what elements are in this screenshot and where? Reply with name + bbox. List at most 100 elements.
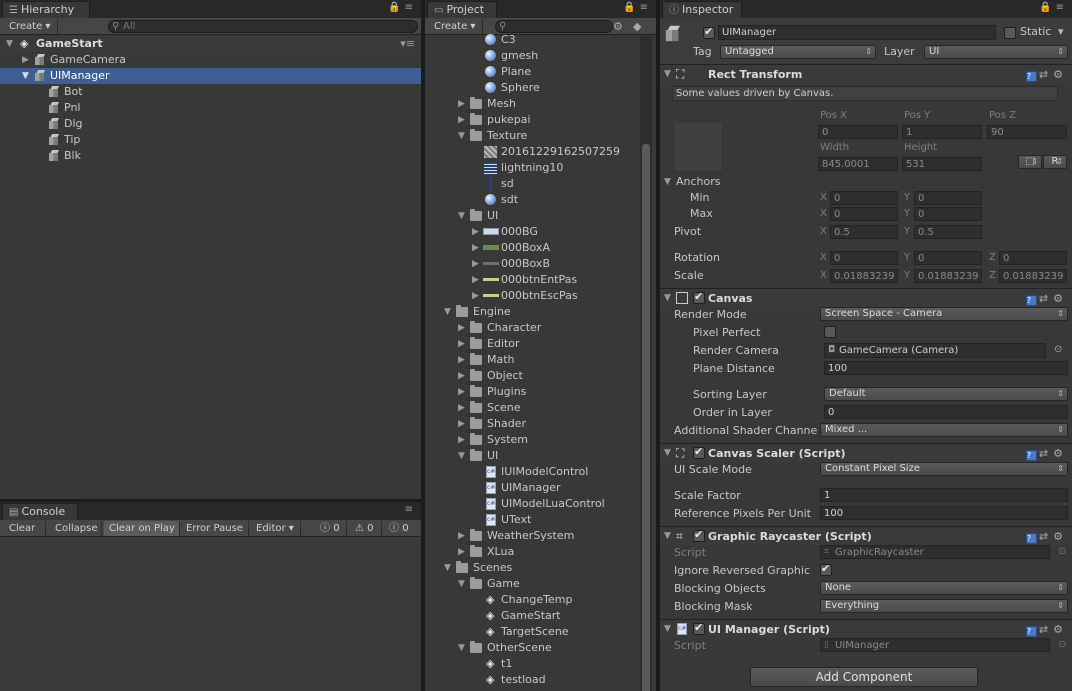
ref-pixels-field[interactable]: 100 (820, 506, 1068, 520)
project-folder[interactable]: ▶ Character (425, 320, 639, 336)
expand-arrow-icon[interactable]: ▼ (664, 293, 674, 303)
collapsed-arrow-icon[interactable]: ▶ (458, 320, 468, 336)
hierarchy-lock-icon[interactable]: 🔒≡ (388, 2, 417, 13)
collapsed-arrow-icon[interactable]: ▶ (22, 52, 32, 68)
console-clear-on-play-button[interactable]: Clear on Play (104, 521, 180, 536)
collapsed-arrow-icon[interactable]: ▶ (458, 336, 468, 352)
project-item[interactable]: ▶ 000BoxA (425, 240, 639, 256)
anchor-min-y-field[interactable]: 0 (914, 191, 982, 205)
static-dropdown-icon[interactable]: ▾ (1058, 25, 1064, 38)
expand-arrow-icon[interactable]: ▼ (458, 128, 468, 144)
graphic-raycaster-header[interactable]: ▼ ⌗ Graphic Raycaster (Script) ?⇄⚙ (660, 526, 1072, 546)
blocking-mask-dropdown[interactable]: Everything (820, 599, 1068, 613)
expand-arrow-icon[interactable]: ▼ (458, 640, 468, 656)
static-checkbox[interactable] (1004, 27, 1016, 39)
project-item[interactable]: ◈ ChangeTemp (425, 592, 639, 608)
project-folder[interactable]: ▶ Object (425, 368, 639, 384)
blocking-objects-dropdown[interactable]: None (820, 581, 1068, 595)
project-scrollbar[interactable] (640, 36, 652, 691)
hierarchy-item[interactable]: Blk (0, 148, 421, 164)
anchor-max-x-field[interactable]: 0 (830, 207, 898, 221)
hierarchy-item[interactable]: Pnl (0, 100, 421, 116)
project-item[interactable]: Plane (425, 64, 639, 80)
console-menu-icon[interactable]: ≡ (405, 504, 417, 515)
order-in-layer-field[interactable]: 0 (824, 405, 1068, 419)
console-clear-button[interactable]: Clear (4, 521, 46, 536)
project-item[interactable]: sdt (425, 192, 639, 208)
collapsed-arrow-icon[interactable]: ▶ (472, 240, 482, 256)
expand-arrow-icon[interactable]: ▼ (664, 69, 674, 79)
plane-distance-field[interactable]: 100 (824, 361, 1068, 375)
expand-arrow-icon[interactable]: ▼ (664, 177, 674, 187)
anchor-max-y-field[interactable]: 0 (914, 207, 982, 221)
project-item[interactable]: c# UIManager (425, 480, 639, 496)
project-folder[interactable]: ▼ Game (425, 576, 639, 592)
scale-z-field[interactable]: 0.01883239 (999, 269, 1067, 283)
project-folder[interactable]: ▶ Math (425, 352, 639, 368)
console-log-area[interactable] (0, 538, 421, 691)
collapsed-arrow-icon[interactable]: ▶ (458, 416, 468, 432)
canvas-enabled-checkbox[interactable] (693, 290, 705, 304)
active-checkbox[interactable] (703, 25, 715, 39)
hierarchy-item[interactable]: Dlg (0, 116, 421, 132)
anchor-min-x-field[interactable]: 0 (830, 191, 898, 205)
shader-channels-dropdown[interactable]: Mixed ... (820, 423, 1068, 437)
scale-y-field[interactable]: 0.01883239 (914, 269, 982, 283)
gear-icon[interactable]: ⚙ (1053, 68, 1068, 81)
rotation-y-field[interactable]: 0 (914, 251, 982, 265)
height-field[interactable]: 531 (902, 157, 982, 171)
project-folder[interactable]: ▼ Engine (425, 304, 639, 320)
pixel-perfect-checkbox[interactable] (824, 326, 836, 338)
project-item[interactable]: ▶ 000btnEscPas (425, 288, 639, 304)
console-error-pause-button[interactable]: Error Pause (181, 521, 249, 536)
expand-arrow-icon[interactable]: ▼ (664, 624, 674, 634)
hierarchy-item[interactable]: Tip (0, 132, 421, 148)
log-count-badge[interactable]: ⓘ 0 (315, 521, 347, 536)
gear-icon[interactable]: ⚙ (1053, 623, 1068, 636)
expand-arrow-icon[interactable]: ▼ (664, 448, 674, 458)
hierarchy-item[interactable]: ▶ GameCamera (0, 52, 421, 68)
collapsed-arrow-icon[interactable]: ▶ (458, 112, 468, 128)
hierarchy-search-input[interactable]: All (108, 20, 418, 33)
rotation-z-field[interactable]: 0 (999, 251, 1067, 265)
project-item[interactable]: sd (425, 176, 639, 192)
collapsed-arrow-icon[interactable]: ▶ (458, 528, 468, 544)
hierarchy-item[interactable]: Bot (0, 84, 421, 100)
project-folder[interactable]: ▶ pukepai (425, 112, 639, 128)
scene-row[interactable]: ▼ ◈ GameStart ▾≡ (0, 36, 421, 52)
warning-count-badge[interactable]: ⚠ 0 (350, 521, 382, 536)
gear-icon[interactable]: ⚙ (1053, 447, 1068, 460)
help-book-icon[interactable]: ? (1025, 71, 1037, 82)
collapsed-arrow-icon[interactable]: ▶ (472, 256, 482, 272)
tab-inspector[interactable]: ⓘ Inspector (662, 1, 742, 18)
project-folder[interactable]: ▼ Scenes (425, 560, 639, 576)
blueprint-mode-button[interactable]: ⬚ (1018, 155, 1042, 169)
project-folder[interactable]: ▼ UI (425, 208, 639, 224)
collapsed-arrow-icon[interactable]: ▶ (472, 272, 482, 288)
help-book-icon[interactable]: ? (1025, 450, 1037, 461)
project-folder[interactable]: ▼ UI (425, 448, 639, 464)
project-item[interactable]: gmesh (425, 48, 639, 64)
console-collapse-button[interactable]: Collapse (50, 521, 102, 536)
project-folder[interactable]: ▶ Plugins (425, 384, 639, 400)
rect-transform-header[interactable]: ▼ ⛶ Rect Transform ? ⇄⚙ (660, 64, 1072, 84)
scale-factor-field[interactable]: 1 (820, 488, 1068, 502)
ui-manager-header[interactable]: ▼ c# UI Manager (Script) ?⇄⚙ (660, 619, 1072, 639)
ui-manager-enabled-checkbox[interactable] (693, 621, 705, 635)
project-folder[interactable]: ▼ Texture (425, 128, 639, 144)
pos-z-field[interactable]: 90 (987, 125, 1067, 139)
collapsed-arrow-icon[interactable]: ▶ (458, 368, 468, 384)
project-folder[interactable]: ▶ Shader (425, 416, 639, 432)
project-folder[interactable]: ▶ WeatherSystem (425, 528, 639, 544)
project-item[interactable]: 20161229162507259 (425, 144, 639, 160)
collapsed-arrow-icon[interactable]: ▶ (458, 352, 468, 368)
rotation-x-field[interactable]: 0 (830, 251, 898, 265)
error-count-badge[interactable]: ⓘ 0 (384, 521, 416, 536)
gear-icon[interactable]: ⚙ (1053, 292, 1068, 305)
ignore-reversed-checkbox[interactable] (820, 562, 832, 576)
help-book-icon[interactable]: ? (1025, 295, 1037, 306)
project-item[interactable]: c# UIModelLuaControl (425, 496, 639, 512)
project-folder[interactable]: ▶ System (425, 432, 639, 448)
expand-arrow-icon[interactable]: ▼ (458, 448, 468, 464)
scrollbar-thumb[interactable] (642, 144, 650, 691)
